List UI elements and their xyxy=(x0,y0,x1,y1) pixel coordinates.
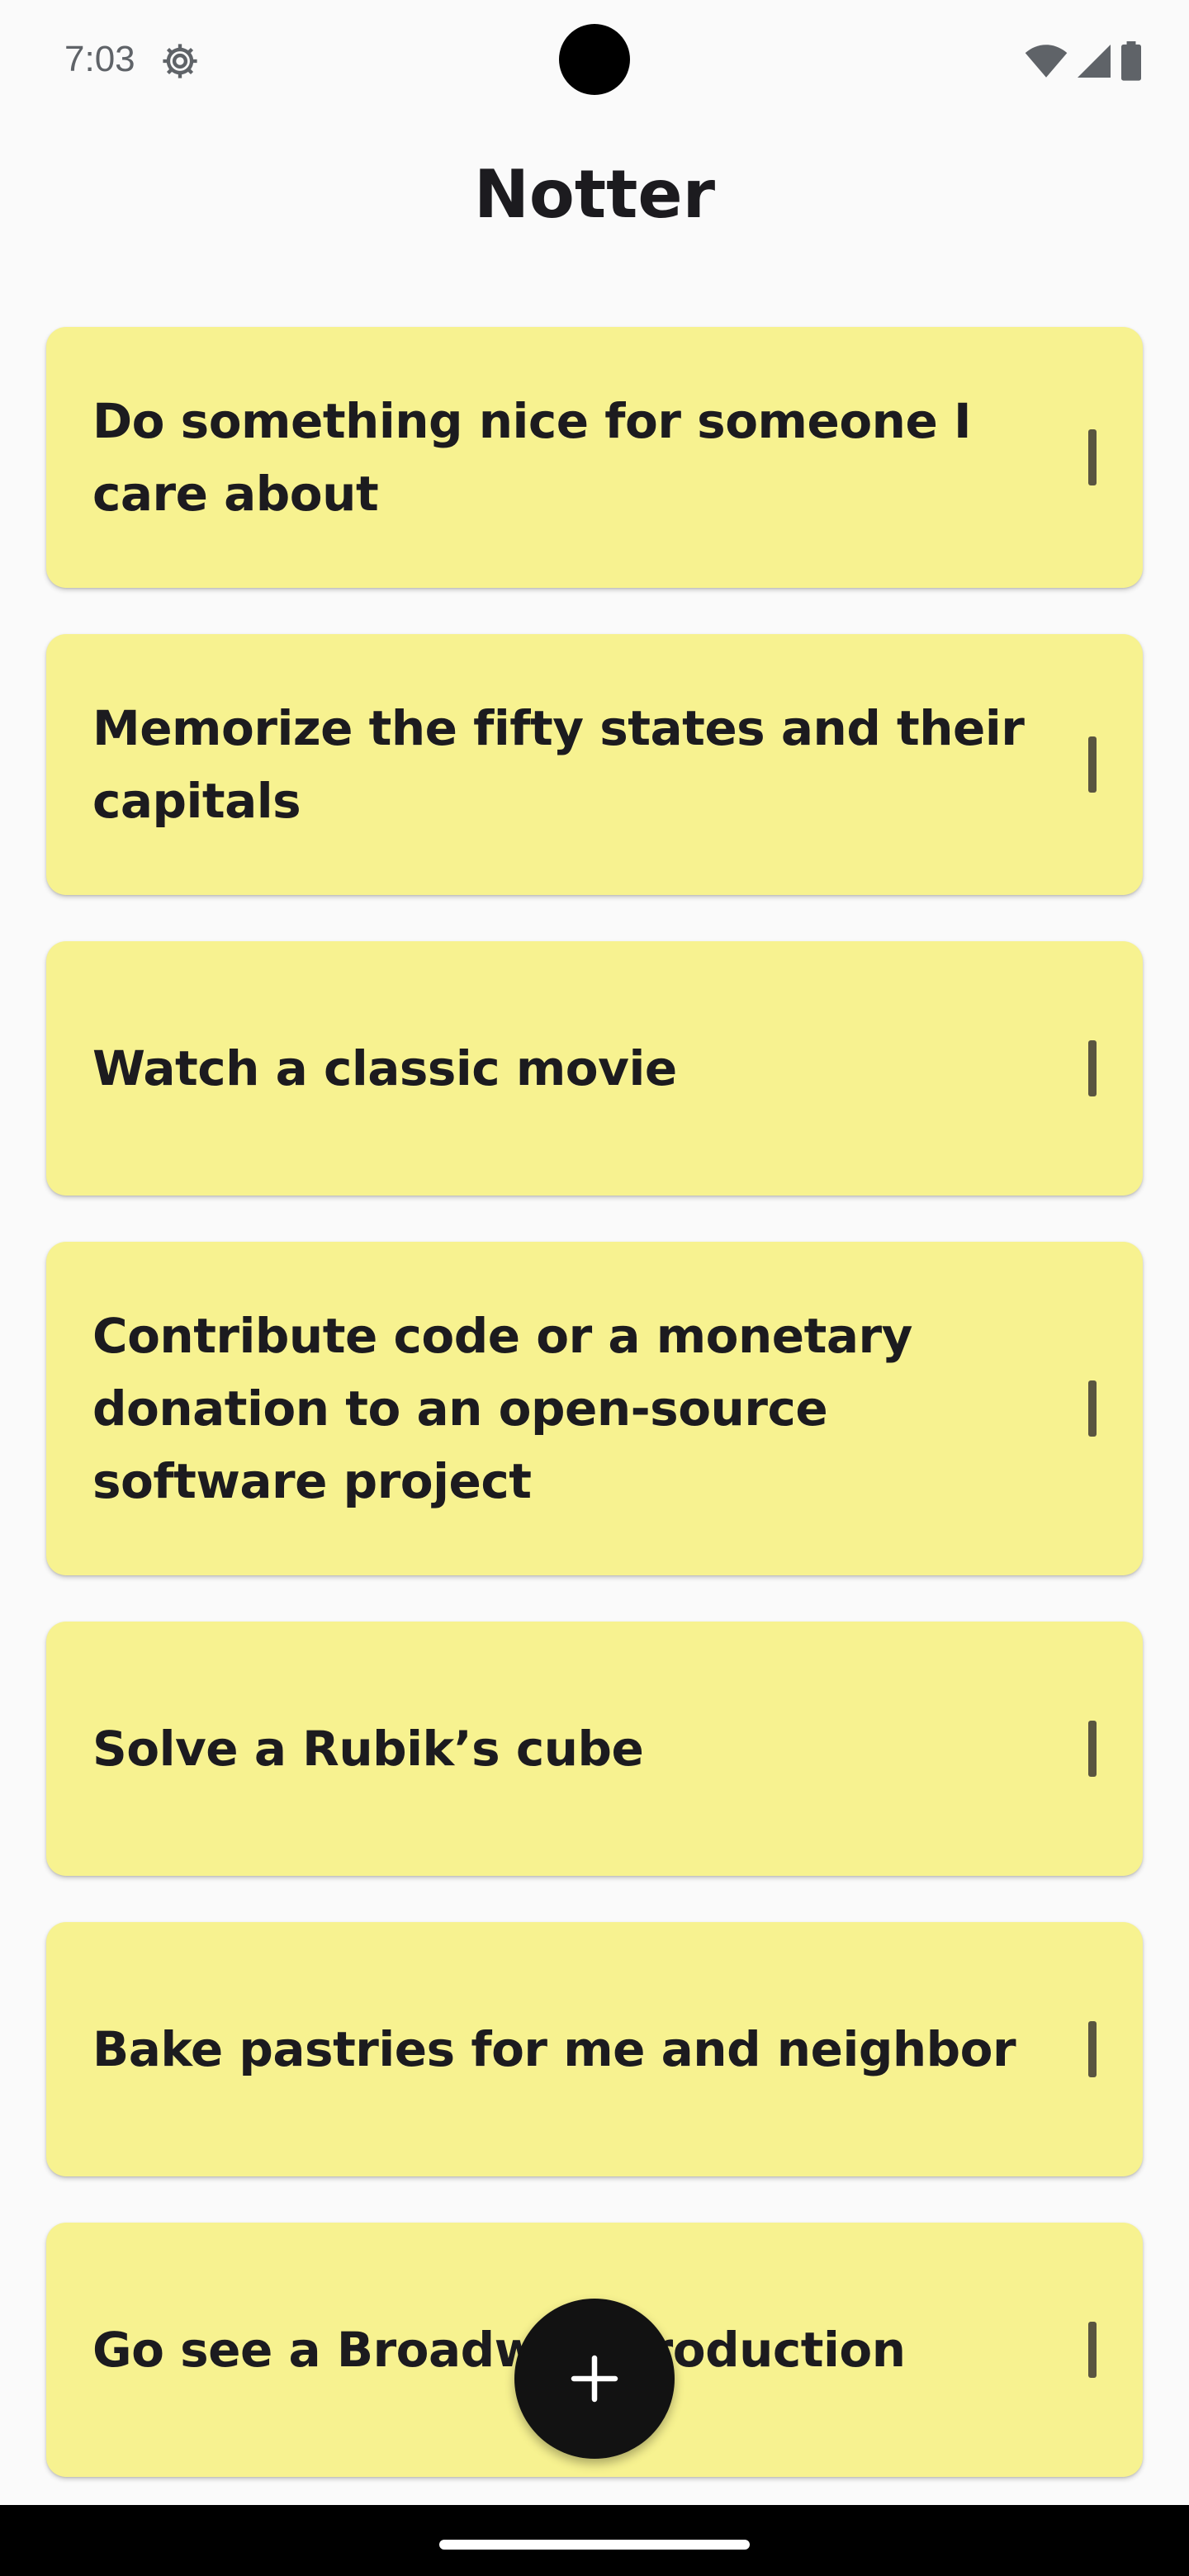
app-title: Notter xyxy=(473,156,716,233)
navigation-bar xyxy=(0,2505,1189,2576)
camera-cutout xyxy=(559,24,630,95)
add-note-button[interactable] xyxy=(514,2299,675,2459)
note-card[interactable]: Watch a classic movie xyxy=(46,941,1143,1196)
note-card[interactable]: Memorize the fifty states and their capi… xyxy=(46,634,1143,895)
drag-handle-icon[interactable] xyxy=(1088,1380,1097,1437)
drag-handle-icon[interactable] xyxy=(1088,429,1097,485)
note-text: Contribute code or a monetary donation t… xyxy=(92,1308,912,1509)
status-time: 7:03 xyxy=(64,39,135,79)
note-text: Solve a Rubik’s cube xyxy=(92,1721,644,1777)
drag-handle-icon[interactable] xyxy=(1088,1721,1097,1777)
note-card[interactable]: Solve a Rubik’s cube xyxy=(46,1622,1143,1876)
note-card[interactable]: Do something nice for someone I care abo… xyxy=(46,327,1143,588)
settings-gear-icon xyxy=(163,44,197,78)
note-text: Watch a classic movie xyxy=(92,1040,677,1096)
status-icons xyxy=(1017,41,1143,81)
note-text: Memorize the fifty states and their capi… xyxy=(92,700,1025,829)
note-card[interactable]: Bake pastries for me and neighbor xyxy=(46,1922,1143,2176)
home-gesture-handle[interactable] xyxy=(439,2540,750,2550)
status-bar: 7:03 xyxy=(0,0,1189,116)
drag-handle-icon[interactable] xyxy=(1088,1040,1097,1096)
plus-icon xyxy=(571,2355,618,2403)
drag-handle-icon[interactable] xyxy=(1088,2021,1097,2077)
note-text: Go see a Broadway production xyxy=(92,2322,906,2378)
note-card[interactable]: Contribute code or a monetary donation t… xyxy=(46,1242,1143,1575)
wifi-icon xyxy=(1025,45,1068,78)
signal-icon xyxy=(1078,45,1111,78)
battery-icon xyxy=(1121,41,1141,81)
notes-list: Do something nice for someone I care abo… xyxy=(46,327,1143,2523)
drag-handle-icon[interactable] xyxy=(1088,736,1097,793)
drag-handle-icon[interactable] xyxy=(1088,2322,1097,2378)
note-text: Do something nice for someone I care abo… xyxy=(92,393,972,522)
note-text: Bake pastries for me and neighbor xyxy=(92,2021,1016,2077)
